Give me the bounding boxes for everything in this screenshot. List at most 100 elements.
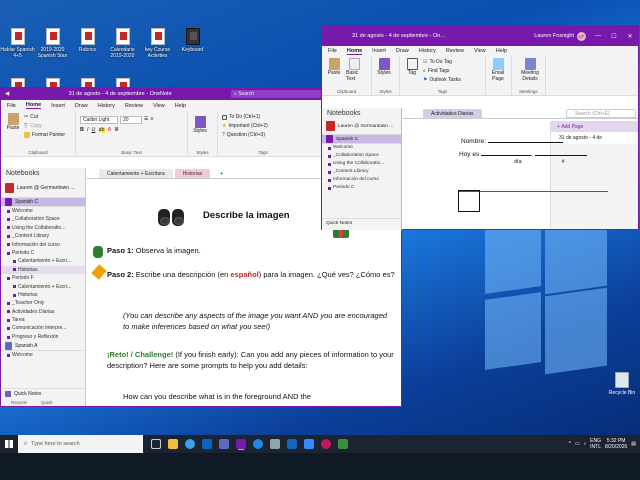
page-item[interactable]: _Content Library [322,168,401,176]
dia-field[interactable] [481,155,532,156]
bold-icon[interactable]: B [80,127,84,133]
basic-text-button[interactable]: Basic Text [346,58,362,82]
section-tab[interactable]: Calentamiento + Escritura [99,169,173,178]
clock[interactable]: 5:32 PM 8/20/2020 [605,438,627,450]
align-icon[interactable]: ≣ [114,127,119,133]
section-spanish-c[interactable]: Spanish C [322,135,401,144]
tag-button[interactable]: Tag [404,58,420,85]
tab-home[interactable]: Home [25,102,42,109]
recycle-bin[interactable]: Recycle Bin [604,372,640,396]
language-indicator[interactable]: ENG INTL [590,438,601,450]
find-tags-button[interactable]: ⌕ Find Tags [423,67,461,75]
tag-todo[interactable]: To Do (Ctrl+1) [222,113,304,121]
desktop-icon[interactable]: Calendario 2019-2020 [105,28,140,76]
paste-button[interactable]: Paste [5,113,21,140]
app-icon[interactable] [321,439,331,449]
num-field[interactable] [534,155,587,156]
tab-insert[interactable]: Insert [51,103,65,109]
font-family-select[interactable]: Calibri Light [80,116,118,124]
page-item[interactable]: _Content Library [1,232,85,240]
onenote-icon[interactable] [236,439,246,449]
quick-notes[interactable]: Quick Notes [1,388,85,398]
page-item[interactable]: Welcome [1,351,85,359]
page-item[interactable]: _Teacher Only [1,299,85,307]
add-section-tab[interactable]: + [212,169,232,178]
store-icon[interactable] [287,439,297,449]
start-button[interactable] [0,435,18,453]
italic-icon[interactable]: I [87,127,89,133]
answer-box[interactable] [458,190,480,212]
underline-icon[interactable]: U [92,127,96,133]
font-color-icon[interactable]: A [108,127,112,133]
tab-history[interactable]: History [419,48,436,54]
mail-icon[interactable] [270,439,280,449]
copy-button[interactable]: ⎘ Copy [24,122,65,130]
taskbar-search[interactable]: ⌕ Type here to search [18,435,143,453]
zoom-icon[interactable] [304,439,314,449]
close-icon[interactable]: ✕ [622,33,638,40]
paste-button[interactable]: Paste [326,58,342,82]
notebooks-header[interactable]: Notebooks [322,108,401,118]
section-spanish-c[interactable]: Spanish C [1,198,85,207]
notebooks-header[interactable]: Notebooks [1,168,85,178]
tag-important[interactable]: ★ Important (Ctrl+2) [222,122,304,130]
desktop-icon[interactable]: Keyboard [175,28,210,76]
desktop-icon[interactable]: key Course Activities [140,28,175,76]
page-item[interactable]: Historias [1,291,85,299]
tab-insert[interactable]: Insert [372,48,386,54]
tab-draw[interactable]: Draw [396,48,409,54]
nombre-field[interactable] [487,142,563,143]
numbering-icon[interactable]: ≡ [150,116,153,124]
desktop-icon[interactable]: Rubrics [70,28,105,76]
meeting-details-button[interactable]: Meeting Details [516,58,544,82]
file-explorer-icon[interactable] [168,439,178,449]
desktop-icon[interactable]: Hablar Spanish 4+5 [0,28,35,76]
tab-file[interactable]: File [328,48,337,54]
tab-review[interactable]: Review [446,48,464,54]
page-item[interactable]: Calentamiento + Escri... [1,257,85,265]
quick-notes[interactable]: Quick Notes [322,218,401,228]
highlight-icon[interactable]: ab [98,127,105,133]
notifications-icon[interactable]: ▤ [631,441,636,447]
user-account[interactable]: Lauren Fosnight LF [534,31,586,41]
styles-button[interactable]: Styles [376,58,392,76]
search-box[interactable]: ⌕ Search [231,90,321,98]
styles-button[interactable]: Styles [192,116,208,134]
page-item[interactable]: Periodo C [1,249,85,257]
tab-help[interactable]: Help [175,103,186,109]
notebook-item[interactable]: Lauren @ Germantown ... [322,118,401,135]
teams-icon[interactable] [219,439,229,449]
page-item[interactable]: Periodo F [1,274,85,282]
tab-view[interactable]: View [153,103,165,109]
tab-help[interactable]: Help [496,48,507,54]
format-painter-button[interactable]: Format Painter [24,131,65,139]
outlook-tasks-button[interactable]: ⚑ Outlook Tasks [423,76,461,84]
network-icon[interactable]: ▭ [575,441,580,447]
add-page-button[interactable]: + Add Page [551,121,638,132]
search-input[interactable]: Search (Ctrl+E) [566,109,636,118]
page-item[interactable]: _Collaboration Space [322,152,401,160]
chevron-up-icon[interactable]: ^ [569,441,571,447]
page-item[interactable]: Información del curso [322,176,401,184]
page-item[interactable]: Tarea [1,316,85,324]
page-item[interactable]: Using the Collaboratio... [1,224,85,232]
app-icon[interactable] [338,439,348,449]
chrome-icon[interactable] [185,439,195,449]
page-item[interactable]: Welcome [322,144,401,152]
section-tab[interactable]: Actividades Diarias [423,109,482,118]
page-item[interactable]: Progreso y Reflexión [1,333,85,341]
task-view-icon[interactable] [151,439,161,449]
tab-view[interactable]: View [474,48,486,54]
page-item[interactable]: Welcome [1,207,85,215]
page-item[interactable]: _Collaboration Space [1,215,85,223]
maximize-icon[interactable]: ☐ [606,33,622,40]
tab-file[interactable]: File [7,103,16,109]
tag-question[interactable]: ? Question (Ctrl+3) [222,131,304,139]
minimize-icon[interactable]: — [590,33,606,39]
email-page-button[interactable]: Email Page [490,58,506,82]
page-item[interactable]: Comunicación Interpre... [1,324,85,332]
volume-icon[interactable]: ♪ [584,441,587,447]
page-item[interactable]: Periodo C [322,184,401,192]
tab-history[interactable]: History [98,103,115,109]
page-item[interactable]: Calentamiento + Escri... [1,283,85,291]
